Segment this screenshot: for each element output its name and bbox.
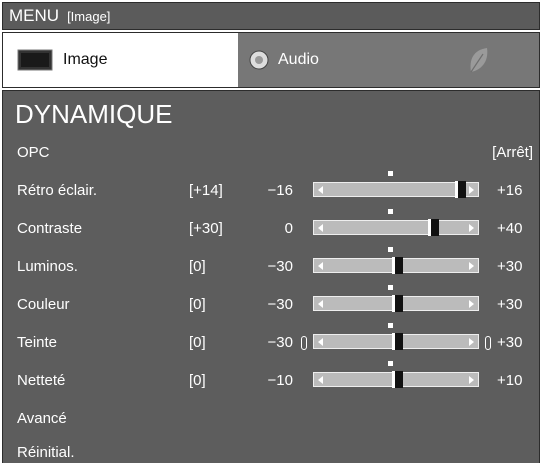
setting-label: Teinte	[17, 334, 58, 351]
setting-value: [0]	[189, 334, 206, 351]
center-marker	[388, 323, 393, 328]
tab-image[interactable]: Image	[3, 33, 238, 87]
slider-knob[interactable]	[391, 295, 403, 312]
slider-min: −10	[267, 372, 293, 389]
slider-min: −30	[267, 258, 293, 275]
slider-knob[interactable]	[455, 181, 467, 198]
menu-section: [Image]	[67, 8, 111, 24]
leaf-icon	[470, 48, 487, 73]
slider-max: +10	[497, 372, 523, 389]
slider-track[interactable]	[313, 257, 479, 274]
setting-label: Couleur	[17, 296, 70, 313]
left-arrow-icon	[318, 376, 323, 384]
left-arrow-icon	[318, 338, 323, 346]
slider-max: +30	[497, 296, 523, 313]
setting-row-tint[interactable]: Teinte [0] −30 +30	[3, 323, 539, 357]
slider-knob[interactable]	[428, 219, 439, 236]
opc-label: OPC	[17, 144, 50, 161]
setting-row-color[interactable]: Couleur [0] −30 +30	[3, 285, 539, 319]
tab-audio-label: Audio	[278, 51, 319, 68]
setting-label: Netteté	[17, 372, 66, 389]
setting-value: [0]	[189, 258, 206, 275]
slider-track[interactable]	[313, 333, 479, 350]
setting-value: [0]	[189, 372, 206, 389]
setting-label: Contraste	[17, 220, 83, 237]
right-arrow-icon	[469, 300, 474, 308]
speaker-icon	[249, 50, 269, 70]
slider-min: −30	[267, 334, 293, 351]
right-arrow-icon	[469, 262, 474, 270]
advanced-row[interactable]: Avancé	[3, 403, 539, 433]
menu-title: MENU	[9, 6, 60, 25]
tv-icon	[17, 49, 53, 71]
left-arrow-icon	[318, 224, 323, 232]
left-arrow-icon	[318, 300, 323, 308]
center-marker	[388, 247, 393, 252]
slider-track[interactable]	[313, 295, 479, 312]
tab-eco[interactable]	[418, 33, 539, 87]
slider-knob[interactable]	[391, 257, 403, 274]
setting-row-brightness[interactable]: Luminos. [0] −30 +30	[3, 247, 539, 281]
opc-value: [Arrêt]	[492, 144, 533, 161]
right-arrow-icon	[469, 224, 474, 232]
slider-min: −16	[267, 182, 293, 199]
reset-label: Réinitial.	[17, 444, 75, 461]
slider-track[interactable]	[313, 181, 479, 198]
opc-row[interactable]: OPC [Arrêt]	[3, 137, 539, 167]
setting-row-backlight[interactable]: Rétro éclair. [+14] −16 +16	[3, 171, 539, 205]
setting-row-sharpness[interactable]: Netteté [0] −10 +10	[3, 361, 539, 395]
tint-left-bracket-icon	[301, 336, 307, 350]
right-arrow-icon	[469, 376, 474, 384]
tab-image-label: Image	[63, 51, 108, 68]
slider-max: +30	[497, 334, 523, 351]
slider-knob[interactable]	[391, 333, 403, 350]
menu-titlebar: MENU [Image]	[2, 2, 540, 30]
center-marker	[388, 361, 393, 366]
slider-track[interactable]	[313, 371, 479, 388]
slider-min: 0	[284, 220, 293, 237]
right-arrow-icon	[469, 186, 474, 194]
center-marker	[388, 171, 393, 176]
setting-value: [+30]	[189, 220, 223, 237]
setting-row-contrast[interactable]: Contraste [+30] 0 +40	[3, 209, 539, 243]
advanced-label: Avancé	[17, 410, 67, 427]
setting-label: Luminos.	[17, 258, 78, 275]
slider-max: +16	[497, 182, 523, 199]
left-arrow-icon	[318, 186, 323, 194]
slider-min: −30	[267, 296, 293, 313]
left-arrow-icon	[318, 262, 323, 270]
slider-knob[interactable]	[391, 371, 403, 388]
slider-track[interactable]	[313, 219, 479, 236]
right-arrow-icon	[469, 338, 474, 346]
center-marker	[388, 209, 393, 214]
setting-value: [+14]	[189, 182, 223, 199]
slider-max: +30	[497, 258, 523, 275]
menu-tabs: Image Audio	[2, 32, 540, 88]
tab-audio[interactable]: Audio	[238, 33, 418, 87]
tint-right-bracket-icon	[485, 336, 491, 350]
settings-panel: DYNAMIQUE OPC [Arrêt] Rétro éclair. [+14…	[2, 90, 540, 463]
picture-mode-title: DYNAMIQUE	[15, 99, 173, 129]
setting-value: [0]	[189, 296, 206, 313]
slider-max: +40	[497, 220, 523, 237]
center-marker	[388, 285, 393, 290]
setting-label: Rétro éclair.	[17, 182, 98, 199]
